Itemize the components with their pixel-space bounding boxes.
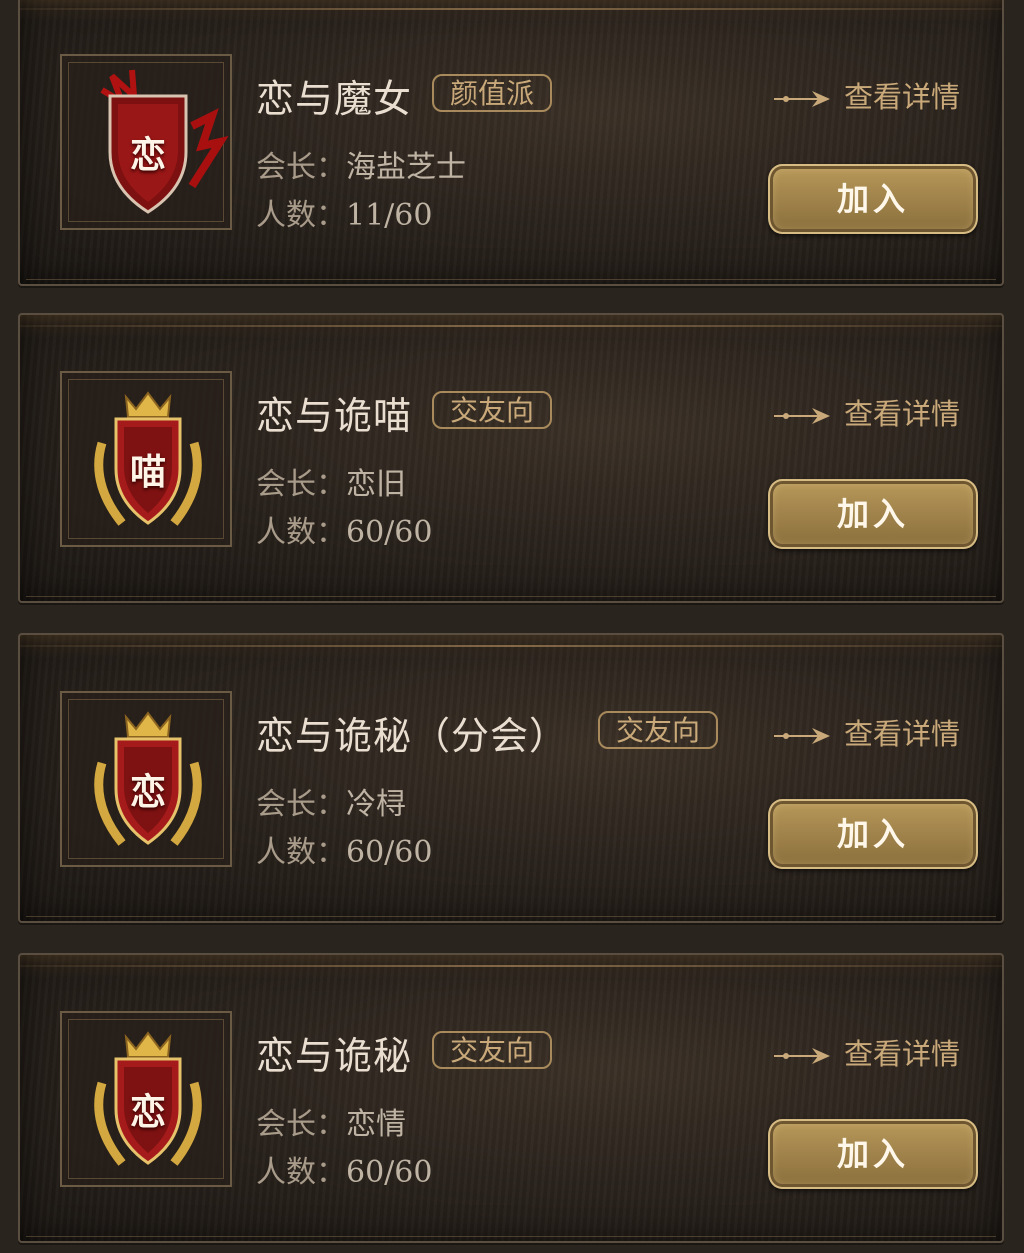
guild-badge: 恋 xyxy=(60,691,232,867)
guild-name: 恋与诡秘（分会） xyxy=(256,714,569,758)
members-label: 人数： xyxy=(256,835,346,870)
view-details-label: 查看详情 xyxy=(844,80,961,114)
guild-list: 恋 恋与魔女 颜值派 会长：海盐芝士 人数：11/60 查看详情 加入 喵 恋与… xyxy=(0,0,1024,1253)
leader-label: 会长： xyxy=(256,150,346,185)
guild-tag: 交友向 xyxy=(598,711,719,749)
join-button[interactable]: 加入 xyxy=(768,164,978,234)
guild-card: 恋 恋与诡秘 交友向 会长：恋情 人数：60/60 查看详情 加入 xyxy=(18,953,1004,1243)
leader-name: 恋情 xyxy=(346,1107,406,1142)
leader-label: 会长： xyxy=(256,787,346,822)
guild-name: 恋与魔女 xyxy=(256,77,413,121)
guild-name: 恋与诡秘 xyxy=(256,1034,413,1078)
leader-row: 会长：冷桪 xyxy=(256,779,406,823)
guild-card: 喵 恋与诡喵 交友向 会长：恋旧 人数：60/60 查看详情 加入 xyxy=(18,313,1004,603)
badge-char: 恋 xyxy=(129,771,166,813)
guild-name: 恋与诡喵 xyxy=(256,394,413,438)
guild-tag: 交友向 xyxy=(432,1031,553,1069)
members-label: 人数： xyxy=(256,1155,346,1190)
guild-tag: 交友向 xyxy=(432,391,553,429)
members-count: 60/60 xyxy=(346,835,433,870)
view-details-label: 查看详情 xyxy=(844,1037,961,1071)
guild-tag: 颜值派 xyxy=(432,74,553,112)
view-details-link[interactable]: 查看详情 xyxy=(772,711,960,751)
badge-char: 恋 xyxy=(129,1091,166,1133)
members-row: 人数：60/60 xyxy=(256,1147,432,1191)
members-label: 人数： xyxy=(256,515,346,550)
leader-label: 会长： xyxy=(256,467,346,502)
guild-badge: 恋 xyxy=(60,1011,232,1187)
badge-char: 喵 xyxy=(129,451,166,493)
join-button[interactable]: 加入 xyxy=(768,1119,978,1189)
join-button[interactable]: 加入 xyxy=(768,479,978,549)
leader-row: 会长：恋旧 xyxy=(256,459,406,503)
members-row: 人数：11/60 xyxy=(256,190,432,234)
arrow-right-icon xyxy=(774,728,830,744)
join-button[interactable]: 加入 xyxy=(768,799,978,869)
leader-name: 冷桪 xyxy=(346,787,406,822)
view-details-label: 查看详情 xyxy=(844,717,961,751)
view-details-label: 查看详情 xyxy=(844,397,961,431)
leader-row: 会长：恋情 xyxy=(256,1099,406,1143)
view-details-link[interactable]: 查看详情 xyxy=(772,391,960,431)
guild-card: 恋 恋与魔女 颜值派 会长：海盐芝士 人数：11/60 查看详情 加入 xyxy=(18,0,1004,286)
leader-name: 恋旧 xyxy=(346,467,406,502)
guild-card: 恋 恋与诡秘（分会） 交友向 会长：冷桪 人数：60/60 查看详情 加入 xyxy=(18,633,1004,923)
members-count: 60/60 xyxy=(346,1155,433,1190)
leader-label: 会长： xyxy=(256,1107,346,1142)
leader-name: 海盐芝士 xyxy=(346,150,466,185)
view-details-link[interactable]: 查看详情 xyxy=(772,1031,960,1071)
guild-badge: 喵 xyxy=(60,371,232,547)
arrow-right-icon xyxy=(774,408,830,424)
members-row: 人数：60/60 xyxy=(256,507,432,551)
members-row: 人数：60/60 xyxy=(256,827,432,871)
members-count: 11/60 xyxy=(346,198,433,233)
leader-row: 会长：海盐芝士 xyxy=(256,142,466,186)
view-details-link[interactable]: 查看详情 xyxy=(772,74,960,114)
badge-char: 恋 xyxy=(129,134,166,176)
guild-badge: 恋 xyxy=(60,54,232,230)
arrow-right-icon xyxy=(774,1048,830,1064)
members-label: 人数： xyxy=(256,198,346,233)
arrow-right-icon xyxy=(774,91,830,107)
members-count: 60/60 xyxy=(346,515,433,550)
